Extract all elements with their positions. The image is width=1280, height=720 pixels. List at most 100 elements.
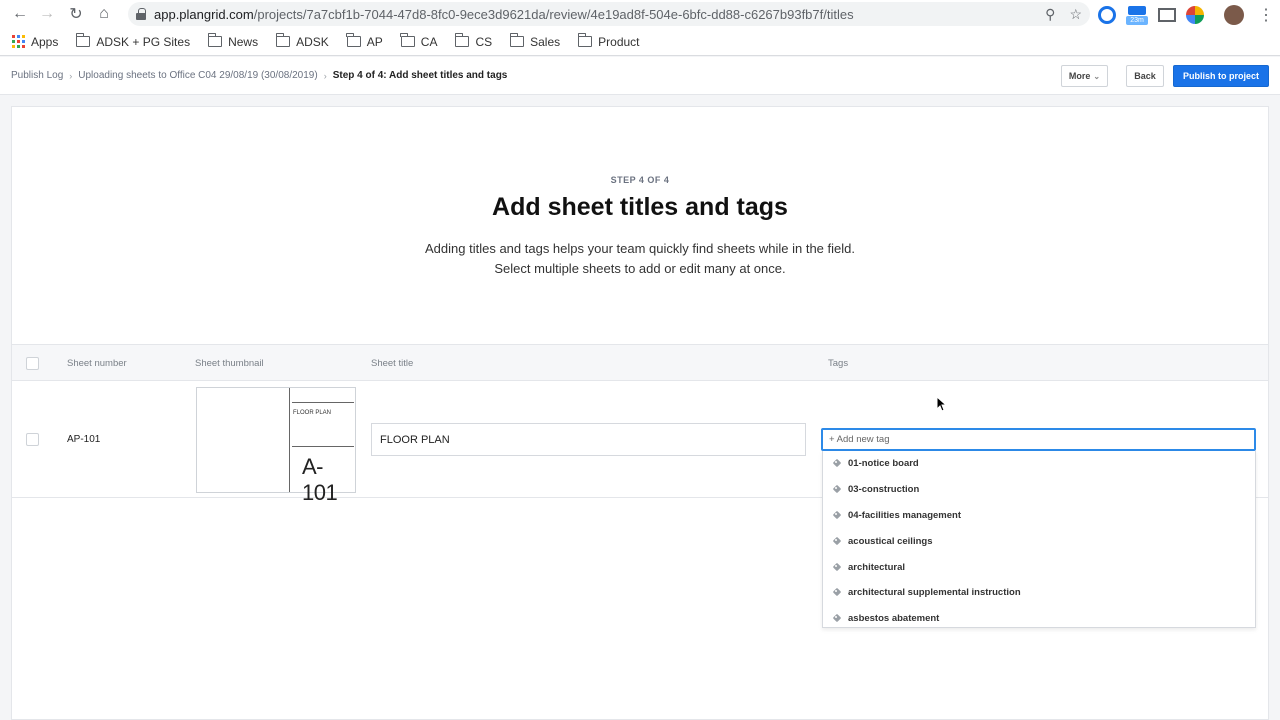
bookmark-label: ADSK <box>296 34 329 49</box>
chevron-down-icon: ⌄ <box>1093 71 1101 81</box>
bookmark-folder[interactable]: Sales <box>509 33 561 49</box>
row-checkbox[interactable] <box>26 433 39 446</box>
tag-icon <box>833 459 842 468</box>
mail-icon[interactable] <box>1158 8 1176 22</box>
star-icon[interactable]: ☆ <box>1069 6 1082 23</box>
folder-icon <box>577 33 593 47</box>
tag-icon <box>833 614 842 623</box>
bookmark-label: CS <box>475 34 493 49</box>
bookmark-label: Sales <box>530 34 561 49</box>
tag-option-label: 04-facilities management <box>848 509 961 521</box>
tag-icon <box>833 511 842 520</box>
bookmark-label: CA <box>420 34 438 49</box>
tag-option-label: 01-notice board <box>848 458 919 470</box>
table-header: Sheet number Sheet thumbnail Sheet title… <box>12 344 1268 381</box>
tag-option[interactable]: architectural <box>823 554 1255 580</box>
back-arrow-icon[interactable]: ← <box>6 0 34 28</box>
bookmark-folder[interactable]: ADSK + PG Sites <box>75 33 191 49</box>
breadcrumb-publish-log[interactable]: Publish Log <box>11 70 63 81</box>
address-bar[interactable]: app.plangrid.com/projects/7a7cbf1b-7044-… <box>128 2 1090 26</box>
extension-color-icon[interactable] <box>1186 6 1204 24</box>
column-header-thumbnail: Sheet thumbnail <box>195 358 264 369</box>
extension-badge: 23m <box>1126 16 1148 25</box>
tag-option-label: architectural supplemental instruction <box>848 587 1021 599</box>
column-header-title: Sheet title <box>371 358 414 369</box>
page-description: Adding titles and tags helps your team q… <box>425 241 855 276</box>
sheet-number: AP-101 <box>67 434 101 445</box>
table-row: AP-101 FLOOR PLAN A-101 FLOOR PLAN + Add… <box>12 381 1268 628</box>
bookmark-label: Apps <box>31 34 59 49</box>
main-card: STEP 4 OF 4 Add sheet titles and tags Ad… <box>11 106 1269 720</box>
thumbnail-sheet-number: A-101 <box>302 454 338 505</box>
back-button[interactable]: Back <box>1126 65 1164 87</box>
mouse-cursor-icon <box>936 396 946 412</box>
folder-icon <box>75 33 91 47</box>
bookmark-label: ADSK + PG Sites <box>96 34 191 49</box>
tag-option[interactable]: architectural supplemental instruction <box>823 580 1255 606</box>
title-block-divider <box>292 446 354 447</box>
chevron-right-icon: › <box>69 70 73 81</box>
bookmark-folder[interactable]: ADSK <box>275 33 329 49</box>
sheet-title-input[interactable]: FLOOR PLAN <box>371 423 806 456</box>
bookmark-label: News <box>228 34 259 49</box>
tag-option-label: 03-construction <box>848 484 920 496</box>
folder-icon <box>454 33 470 47</box>
folder-icon <box>509 33 525 47</box>
add-tag-input[interactable]: + Add new tag <box>821 428 1256 451</box>
lock-icon <box>136 8 146 20</box>
title-block-divider <box>292 402 354 403</box>
kebab-menu-icon[interactable]: ⋮ <box>1258 5 1274 25</box>
bookmark-folder[interactable]: News <box>207 33 259 49</box>
breadcrumb-upload[interactable]: Uploading sheets to Office C04 29/08/19 … <box>78 70 317 81</box>
hero-section: STEP 4 OF 4 Add sheet titles and tags Ad… <box>12 107 1268 344</box>
bookmarks-bar: Apps ADSK + PG Sites News ADSK AP CA CS … <box>0 28 1280 56</box>
thumbnail-title: FLOOR PLAN <box>293 410 332 416</box>
bookmark-folder[interactable]: CS <box>454 33 493 49</box>
sheet-thumbnail[interactable]: FLOOR PLAN A-101 <box>196 387 356 505</box>
home-icon[interactable]: ⌂ <box>90 0 118 28</box>
title-block: FLOOR PLAN A-101 <box>289 388 355 505</box>
extension-circle-icon[interactable] <box>1098 6 1116 24</box>
breadcrumb-current-step: Step 4 of 4: Add sheet titles and tags <box>332 70 508 81</box>
folder-icon <box>207 33 223 47</box>
step-indicator: STEP 4 OF 4 <box>610 175 670 185</box>
bookmark-label: Product <box>598 34 640 49</box>
tag-option[interactable]: acoustical ceilings <box>823 528 1255 554</box>
select-all-checkbox[interactable] <box>26 357 39 370</box>
tag-option[interactable]: 01-notice board <box>823 451 1255 477</box>
folder-icon <box>400 33 415 47</box>
bookmark-label: AP <box>366 34 383 49</box>
avatar[interactable] <box>1224 5 1244 25</box>
browser-toolbar: ← → ↻ ⌂ app.plangrid.com/projects/7a7cbf… <box>0 0 1280 28</box>
folder-icon <box>275 33 291 47</box>
column-header-tags: Tags <box>828 358 849 369</box>
url-host: app.plangrid.com <box>154 6 254 22</box>
zoom-icon[interactable]: ⚲ <box>1045 6 1055 23</box>
calendar-extension-icon[interactable]: 23m <box>1126 4 1148 26</box>
publish-button[interactable]: Publish to project <box>1173 65 1269 87</box>
bookmark-folder[interactable]: AP <box>346 33 383 49</box>
apps-grid-icon <box>12 35 25 48</box>
column-header-number: Sheet number <box>67 358 127 369</box>
tag-icon <box>833 537 842 546</box>
forward-arrow-icon[interactable]: → <box>33 0 61 28</box>
tag-option-label: architectural <box>848 561 906 573</box>
tag-icon <box>833 588 842 597</box>
tag-dropdown: 01-notice board 03-construction 04-facil… <box>822 451 1256 628</box>
tag-option[interactable]: 04-facilities management <box>823 503 1255 529</box>
bookmark-folder[interactable]: Product <box>577 33 640 49</box>
chevron-right-icon: › <box>323 70 327 81</box>
tag-option[interactable]: asbestos abatement <box>823 606 1255 627</box>
more-label: More <box>1068 71 1091 81</box>
url-path: /projects/7a7cbf1b-7044-47d8-8fc0-9ece3d… <box>253 6 854 22</box>
bookmark-apps[interactable]: Apps <box>12 35 58 49</box>
tag-option[interactable]: 03-construction <box>823 477 1255 503</box>
url-text: app.plangrid.com/projects/7a7cbf1b-7044-… <box>154 7 854 22</box>
tag-option-label: acoustical ceilings <box>848 535 933 547</box>
more-button[interactable]: More ⌄ <box>1061 65 1108 87</box>
folder-icon <box>346 33 361 47</box>
reload-icon[interactable]: ↻ <box>62 0 90 28</box>
tag-icon <box>833 485 842 494</box>
bookmark-folder[interactable]: CA <box>400 33 438 49</box>
tag-option-label: asbestos abatement <box>848 613 940 625</box>
